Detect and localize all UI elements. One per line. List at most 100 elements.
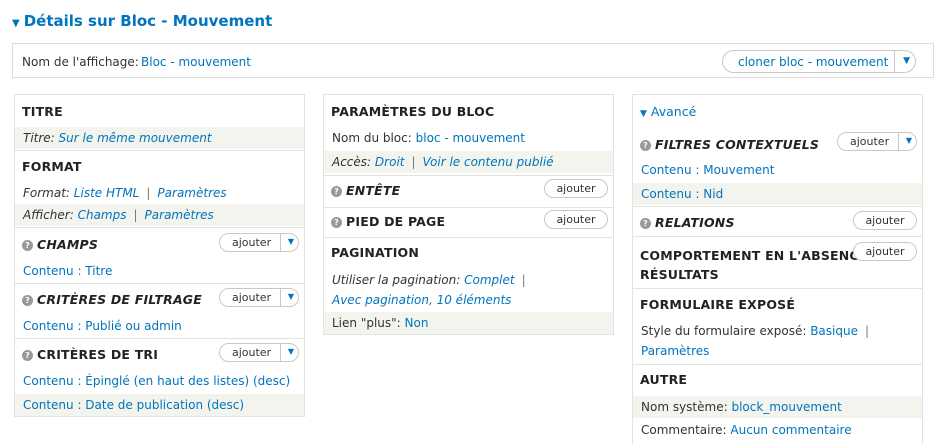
filters-heading-text: CRITÈRES DE FILTRAGE xyxy=(37,292,203,307)
column-advanced: ▼ Avancé ? FILTRES CONTEXTUELS ajouter ▼ … xyxy=(632,94,923,444)
add-header-button[interactable]: ajouter xyxy=(544,179,608,198)
divider xyxy=(324,175,613,176)
add-field-button[interactable]: ajouter ▼ xyxy=(219,233,299,252)
divider xyxy=(633,288,922,289)
more-link-value[interactable]: Non xyxy=(405,316,429,330)
help-icon[interactable]: ? xyxy=(331,186,342,197)
contextual-filters-heading-text: FILTRES CONTEXTUELS xyxy=(655,137,820,152)
add-relation-button[interactable]: ajouter xyxy=(853,211,917,230)
display-name-label: Nom de l'affichage: xyxy=(22,55,139,69)
exposed-form-settings-link[interactable]: Paramètres xyxy=(641,344,709,358)
show-label: Afficher: xyxy=(23,208,74,222)
format-settings-link[interactable]: Paramètres xyxy=(157,186,226,200)
divider xyxy=(15,150,304,151)
add-footer-button[interactable]: ajouter xyxy=(544,210,608,229)
pagination-row: Utiliser la pagination: Complet | xyxy=(332,273,526,287)
chevron-down-icon[interactable]: ▼ xyxy=(288,237,294,246)
help-icon[interactable]: ? xyxy=(640,140,651,151)
comment-link[interactable]: Aucun commentaire xyxy=(730,423,851,437)
add-header-label[interactable]: ajouter xyxy=(545,182,607,195)
advanced-toggle[interactable]: ▼ Avancé xyxy=(640,104,696,119)
machine-name-row: Nom système: block_mouvement xyxy=(633,396,922,418)
contextual-filter-item-link[interactable]: Contenu : Nid xyxy=(633,183,922,205)
contextual-filter-item-link[interactable]: Contenu : Mouvement xyxy=(633,159,922,181)
comment-row: Commentaire: Aucun commentaire xyxy=(633,419,922,441)
pagination-detail-row: Avec pagination, 10 éléments xyxy=(324,289,613,311)
exposed-form-style-link[interactable]: Basique xyxy=(810,324,858,338)
add-contextual-filter-label[interactable]: ajouter xyxy=(850,135,889,148)
title-heading: TITRE xyxy=(22,104,63,119)
add-relation-label[interactable]: ajouter xyxy=(854,214,916,227)
add-filter-button[interactable]: ajouter ▼ xyxy=(219,288,299,307)
help-icon[interactable]: ? xyxy=(640,218,651,229)
exposed-form-params-row: Paramètres xyxy=(633,340,922,362)
other-heading: AUTRE xyxy=(640,372,688,387)
advanced-label[interactable]: Avancé xyxy=(651,104,696,119)
divider xyxy=(324,207,613,208)
title-row: Titre: Sur le même mouvement xyxy=(15,127,304,149)
add-no-results-label[interactable]: ajouter xyxy=(854,245,916,258)
triangle-down-icon: ▼ xyxy=(12,18,20,29)
help-icon[interactable]: ? xyxy=(331,217,342,228)
access-permission-link[interactable]: Voir le contenu publié xyxy=(423,155,554,169)
fields-heading-text: CHAMPS xyxy=(37,237,99,252)
field-item-link[interactable]: Contenu : Titre xyxy=(15,260,304,282)
pagination-detail-link[interactable]: Avec pagination, 10 éléments xyxy=(332,293,511,307)
help-icon[interactable]: ? xyxy=(22,350,33,361)
column-basic-settings: TITRE Titre: Sur le même mouvement FORMA… xyxy=(14,94,305,417)
dropbutton-separator xyxy=(894,51,895,72)
show-settings-link[interactable]: Paramètres xyxy=(145,208,214,222)
chevron-down-icon[interactable]: ▼ xyxy=(288,292,294,301)
chevron-down-icon[interactable]: ▼ xyxy=(903,56,910,66)
format-row: Format: Liste HTML | Paramètres xyxy=(23,186,227,200)
machine-name-link[interactable]: block_mouvement xyxy=(731,400,841,414)
sort-item-link[interactable]: Contenu : Date de publication (desc) xyxy=(15,394,304,416)
add-sort-label[interactable]: ajouter xyxy=(232,346,271,359)
section-title[interactable]: ▼ Détails sur Bloc - Mouvement xyxy=(12,12,272,30)
add-no-results-button[interactable]: ajouter xyxy=(853,242,917,261)
clone-display-label[interactable]: cloner bloc - mouvement xyxy=(738,55,888,69)
sort-item-link[interactable]: Contenu : Épinglé (en haut des listes) (… xyxy=(15,370,304,392)
more-link-row: Lien "plus": Non xyxy=(324,312,613,334)
display-name-link[interactable]: Bloc - mouvement xyxy=(141,55,251,69)
format-heading: FORMAT xyxy=(22,159,82,174)
title-value-link[interactable]: Sur le même mouvement xyxy=(59,131,212,145)
show-row: Afficher: Champs | Paramètres xyxy=(15,204,304,226)
divider xyxy=(633,236,922,237)
show-value-link[interactable]: Champs xyxy=(78,208,127,222)
chevron-down-icon[interactable]: ▼ xyxy=(288,347,294,356)
section-title-text: Détails sur Bloc - Mouvement xyxy=(23,12,273,30)
add-sort-button[interactable]: ajouter ▼ xyxy=(219,343,299,362)
add-field-label[interactable]: ajouter xyxy=(232,236,271,249)
pagination-label: Utiliser la pagination: xyxy=(332,273,461,287)
block-name-label: Nom du bloc: xyxy=(332,131,412,145)
help-icon[interactable]: ? xyxy=(22,240,33,251)
block-name-row: Nom du bloc: bloc - mouvement xyxy=(324,127,613,149)
access-value-link[interactable]: Droit xyxy=(375,155,405,169)
more-link-label: Lien "plus": xyxy=(332,316,401,330)
clone-display-button[interactable]: cloner bloc - mouvement ▼ xyxy=(722,50,916,73)
machine-name-label: Nom système: xyxy=(641,400,728,414)
comment-label: Commentaire: xyxy=(641,423,727,437)
divider xyxy=(324,237,613,238)
column-block-settings: PARAMÈTRES DU BLOC Nom du bloc: bloc - m… xyxy=(323,94,614,335)
exposed-form-label: Style du formulaire exposé: xyxy=(641,324,807,338)
relations-heading-text: RELATIONS xyxy=(655,215,735,230)
access-label: Accès: xyxy=(332,155,372,169)
header-area-heading-text: ENTÊTE xyxy=(346,183,401,198)
pagination-value-link[interactable]: Complet xyxy=(464,273,514,287)
help-icon[interactable]: ? xyxy=(22,295,33,306)
block-name-link[interactable]: bloc - mouvement xyxy=(416,131,525,145)
chevron-down-icon[interactable]: ▼ xyxy=(906,136,912,145)
add-footer-label[interactable]: ajouter xyxy=(545,213,607,226)
access-row: Accès: Droit | Voir le contenu publié xyxy=(324,151,613,173)
no-results-heading-line2: RÉSULTATS xyxy=(640,267,719,282)
format-value-link[interactable]: Liste HTML xyxy=(74,186,140,200)
format-label: Format: xyxy=(23,186,70,200)
divider xyxy=(15,227,304,228)
add-contextual-filter-button[interactable]: ajouter ▼ xyxy=(837,132,917,151)
add-filter-label[interactable]: ajouter xyxy=(232,291,271,304)
filter-item-link[interactable]: Contenu : Publié ou admin xyxy=(15,315,304,337)
divider xyxy=(15,338,304,339)
display-name-bar: Nom de l'affichage: Bloc - mouvement clo… xyxy=(12,43,934,78)
